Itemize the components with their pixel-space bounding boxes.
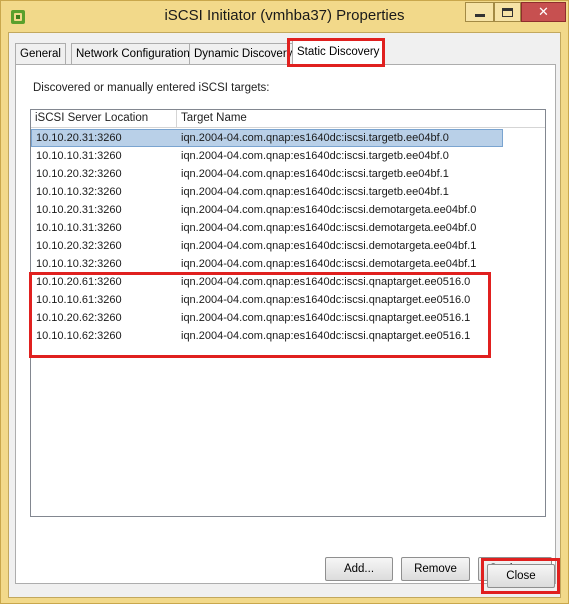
- target-name-cell: iqn.2004-04.com.qnap:es1640dc:iscsi.targ…: [181, 150, 449, 162]
- properties-window: iSCSI Initiator (vmhba37) Properties ✕ G…: [0, 0, 569, 604]
- table-row[interactable]: 10.10.10.62:3260 iqn.2004-04.com.qnap:es1…: [31, 327, 545, 345]
- target-name-cell: iqn.2004-04.com.qnap:es1640dc:iscsi.qnap…: [181, 330, 471, 342]
- server-location-cell: 10.10.10.61:3260: [36, 294, 122, 306]
- server-location-cell: 10.10.20.32:3260: [36, 168, 122, 180]
- table-row[interactable]: 10.10.10.61:3260 iqn.2004-04.com.qnap:es1…: [31, 291, 545, 309]
- server-location-cell: 10.10.10.31:3260: [36, 222, 122, 234]
- targets-table[interactable]: iSCSI Server Location Target Name 10.10.…: [30, 109, 546, 517]
- target-name-cell: iqn.2004-04.com.qnap:es1640dc:iscsi.demo…: [181, 240, 477, 252]
- target-name-cell: iqn.2004-04.com.qnap:es1640dc:iscsi.demo…: [181, 222, 477, 234]
- close-icon: ✕: [538, 4, 549, 20]
- dialog-client-area: General Network Configuration Dynamic Di…: [8, 32, 561, 598]
- target-name-cell: iqn.2004-04.com.qnap:es1640dc:iscsi.targ…: [181, 132, 449, 144]
- table-row[interactable]: 10.10.20.31:3260 iqn.2004-04.com.qnap:es1…: [31, 129, 503, 147]
- remove-button[interactable]: Remove: [401, 557, 470, 581]
- tab-general[interactable]: General: [15, 43, 66, 64]
- target-name-cell: iqn.2004-04.com.qnap:es1640dc:iscsi.targ…: [181, 168, 449, 180]
- window-close-button[interactable]: ✕: [521, 2, 566, 22]
- tab-network-configuration[interactable]: Network Configuration: [71, 43, 195, 64]
- server-location-cell: 10.10.20.62:3260: [36, 312, 122, 324]
- server-location-cell: 10.10.10.32:3260: [36, 258, 122, 270]
- close-button[interactable]: Close: [487, 564, 555, 588]
- target-name-cell: iqn.2004-04.com.qnap:es1640dc:iscsi.targ…: [181, 186, 449, 198]
- minimize-icon: [474, 14, 485, 17]
- table-row[interactable]: 10.10.10.32:3260 iqn.2004-04.com.qnap:es1…: [31, 183, 545, 201]
- target-name-cell: iqn.2004-04.com.qnap:es1640dc:iscsi.demo…: [181, 204, 477, 216]
- table-row[interactable]: 10.10.10.32:3260 iqn.2004-04.com.qnap:es1…: [31, 255, 545, 273]
- static-discovery-panel: Discovered or manually entered iSCSI tar…: [15, 64, 556, 584]
- maximize-icon: [502, 7, 513, 17]
- server-location-cell: 10.10.20.61:3260: [36, 276, 122, 288]
- column-header-location[interactable]: iSCSI Server Location: [31, 110, 177, 128]
- table-row[interactable]: 10.10.20.31:3260 iqn.2004-04.com.qnap:es1…: [31, 201, 545, 219]
- target-name-cell: iqn.2004-04.com.qnap:es1640dc:iscsi.qnap…: [181, 312, 471, 324]
- table-body: 10.10.20.31:3260 iqn.2004-04.com.qnap:es1…: [31, 129, 545, 345]
- table-row[interactable]: 10.10.20.32:3260 iqn.2004-04.com.qnap:es1…: [31, 237, 545, 255]
- target-name-cell: iqn.2004-04.com.qnap:es1640dc:iscsi.demo…: [181, 258, 477, 270]
- add-button[interactable]: Add...: [325, 557, 393, 581]
- title-bar[interactable]: iSCSI Initiator (vmhba37) Properties ✕: [1, 1, 568, 32]
- minimize-button[interactable]: [465, 2, 494, 22]
- table-row[interactable]: 10.10.10.31:3260 iqn.2004-04.com.qnap:es1…: [31, 147, 545, 165]
- table-row[interactable]: 10.10.20.32:3260 iqn.2004-04.com.qnap:es1…: [31, 165, 545, 183]
- server-location-cell: 10.10.10.62:3260: [36, 330, 122, 342]
- server-location-cell: 10.10.10.32:3260: [36, 186, 122, 198]
- table-header: iSCSI Server Location Target Name: [31, 110, 545, 128]
- table-row[interactable]: 10.10.10.31:3260 iqn.2004-04.com.qnap:es1…: [31, 219, 545, 237]
- server-location-cell: 10.10.20.31:3260: [36, 132, 122, 144]
- server-location-cell: 10.10.20.32:3260: [36, 240, 122, 252]
- tab-dynamic-discovery[interactable]: Dynamic Discovery: [189, 43, 298, 64]
- table-row[interactable]: 10.10.20.61:3260 iqn.2004-04.com.qnap:es1…: [31, 273, 545, 291]
- column-header-target-name[interactable]: Target Name: [177, 110, 545, 128]
- server-location-cell: 10.10.10.31:3260: [36, 150, 122, 162]
- server-location-cell: 10.10.20.31:3260: [36, 204, 122, 216]
- target-name-cell: iqn.2004-04.com.qnap:es1640dc:iscsi.qnap…: [181, 294, 471, 306]
- maximize-button[interactable]: [494, 2, 521, 22]
- tab-static-discovery[interactable]: Static Discovery: [292, 39, 385, 65]
- target-name-cell: iqn.2004-04.com.qnap:es1640dc:iscsi.qnap…: [181, 276, 471, 288]
- tab-strip: General Network Configuration Dynamic Di…: [9, 33, 562, 65]
- targets-description: Discovered or manually entered iSCSI tar…: [33, 82, 270, 94]
- table-row[interactable]: 10.10.20.62:3260 iqn.2004-04.com.qnap:es1…: [31, 309, 545, 327]
